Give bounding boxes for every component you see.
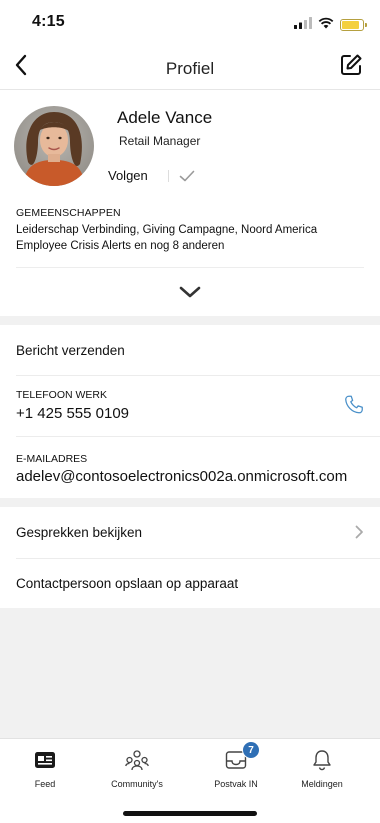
follow-divider [167, 169, 169, 182]
email-label: E-MAILADRES [16, 453, 88, 465]
tab-bar: Feed Community's 7 Postvak IN Meldingen [0, 738, 380, 823]
phone-label: TELEFOON WERK [16, 389, 108, 401]
profile-name: Adele Vance [117, 108, 213, 127]
profile-screen: 4:15 Profiel Adele Vance Retail Manager … [0, 0, 380, 823]
communities-icon [125, 747, 149, 773]
call-button[interactable] [342, 395, 366, 419]
tab-label: Community's [111, 779, 163, 789]
profile-card: Adele Vance Retail Manager Volgen GEMEEN… [0, 90, 380, 316]
send-message-button[interactable]: Bericht verzenden [16, 343, 125, 358]
communities-list: Leiderschap Verbinding, Giving Campagne,… [16, 224, 318, 252]
follow-row: Volgen [108, 168, 195, 183]
feed-icon [34, 747, 56, 773]
view-conversations-button[interactable]: Gesprekken bekijken [16, 525, 142, 540]
actions-section: Gesprekken bekijken Contactpersoon opsla… [0, 507, 380, 608]
divider [16, 558, 380, 559]
battery-level [342, 21, 359, 29]
tab-inbox[interactable]: 7 Postvak IN [198, 741, 274, 789]
phone-number[interactable]: +1 425 555 0109 [16, 405, 129, 422]
edit-button[interactable] [336, 52, 366, 82]
email-address[interactable]: adelev@contosoelectronics002a.onmicrosof… [16, 468, 368, 485]
status-time: 4:15 [32, 13, 65, 30]
battery-icon [340, 19, 367, 31]
status-icons [294, 16, 367, 34]
inbox-icon: 7 [225, 741, 260, 773]
phone-icon [343, 394, 365, 421]
bell-icon [312, 747, 332, 773]
divider [16, 375, 380, 376]
communities-heading: GEMEENSCHAPPEN [16, 207, 121, 219]
page-title: Profiel [165, 59, 215, 78]
cellular-signal-icon [294, 16, 312, 34]
divider [16, 436, 380, 437]
chevron-down-icon [179, 285, 201, 303]
tab-label: Meldingen [301, 779, 343, 789]
tab-notifications[interactable]: Meldingen [284, 747, 360, 789]
follow-button[interactable]: Volgen [108, 168, 148, 183]
divider [16, 267, 364, 268]
profile-role: Retail Manager [119, 134, 201, 148]
wifi-icon [318, 16, 334, 34]
tab-communities[interactable]: Community's [99, 747, 175, 789]
contact-section: Bericht verzenden TELEFOON WERK +1 425 5… [0, 325, 380, 498]
home-indicator[interactable] [123, 811, 257, 816]
avatar [14, 106, 94, 186]
checkmark-icon [179, 170, 195, 182]
status-bar: 4:15 [0, 0, 380, 44]
tab-feed[interactable]: Feed [7, 747, 83, 789]
tab-label: Postvak IN [214, 779, 258, 789]
expand-button[interactable] [176, 284, 204, 304]
chevron-right-icon [355, 525, 364, 539]
nav-header: Profiel [0, 44, 380, 90]
tab-label: Feed [34, 779, 56, 789]
unread-badge: 7 [242, 741, 260, 759]
compose-icon [339, 53, 363, 82]
save-contact-button[interactable]: Contactpersoon opslaan op apparaat [16, 576, 238, 591]
